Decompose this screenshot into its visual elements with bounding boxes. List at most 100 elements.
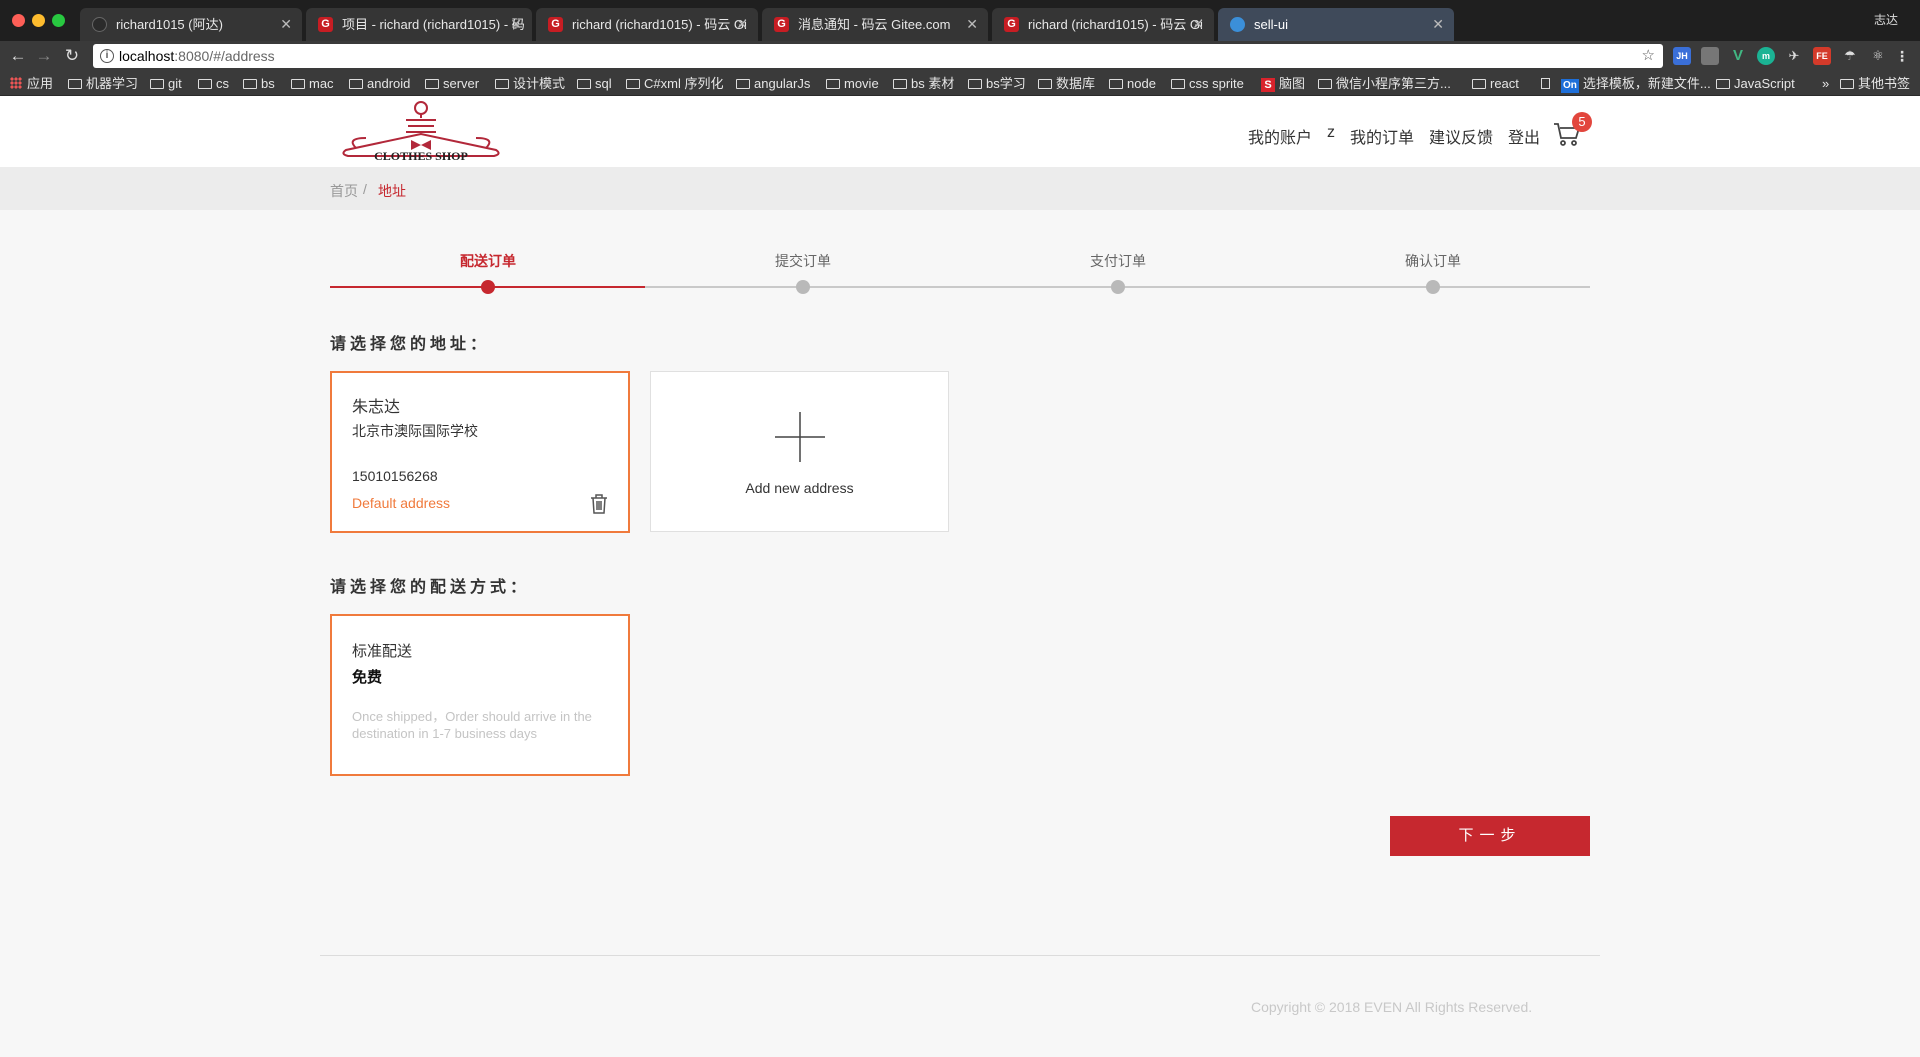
bookmark-item[interactable]: 应用 (10, 71, 53, 96)
bookmark-item[interactable]: On 选择模板，新建文件... (1561, 71, 1711, 96)
tab-close-icon[interactable]: ✕ (510, 8, 522, 41)
browser-profile-name[interactable]: 志达 (1874, 11, 1898, 28)
bookmark-item[interactable]: bs 素材 (893, 71, 954, 96)
browser-tab[interactable]: richard1015 (阿达) ✕ (80, 8, 302, 41)
bookmark-label: node (1127, 76, 1156, 91)
breadcrumb-home[interactable]: 首页 (330, 181, 358, 201)
bookmark-item[interactable]: C#xml 序列化 (626, 71, 723, 96)
bookmark-label: bs (261, 76, 275, 91)
bookmark-item[interactable]: react (1472, 71, 1519, 96)
browser-menu-icon[interactable]: ⋮ (1893, 47, 1911, 65)
bookmark-item[interactable]: 设计模式 (495, 71, 565, 96)
browser-tab[interactable]: G 消息通知 - 码云 Gitee.com ✕ (762, 8, 988, 41)
browser-tab[interactable]: G 项目 - richard (richard1015) - 码 ✕ (306, 8, 532, 41)
step-submit-dot (796, 280, 810, 294)
bookmark-item[interactable]: css sprite (1171, 71, 1244, 96)
bookmark-label: 其他书签 (1858, 76, 1911, 91)
bookmark-item[interactable]: git (150, 71, 182, 96)
bookmark-item[interactable]: cs (198, 71, 229, 96)
window-minimize-button[interactable] (32, 14, 45, 27)
reload-icon[interactable]: ↻ (60, 44, 84, 68)
bookmark-item[interactable]: 机器学习 (68, 71, 138, 96)
info-icon[interactable]: i (100, 49, 114, 63)
extension-bird-icon[interactable]: ✈ (1785, 47, 1803, 65)
other-bookmarks[interactable]: 其他书签 (1840, 71, 1910, 96)
extension-reader-icon[interactable] (1701, 47, 1719, 65)
bookmark-label: JavaScript (1734, 76, 1795, 91)
nav-feedback[interactable]: 建议反馈 (1429, 124, 1493, 148)
next-step-button[interactable]: 下一步 (1390, 816, 1590, 856)
address-host: localhost (119, 48, 175, 64)
address-card-selected[interactable]: 朱志达 北京市澳际国际学校 15010156268 Default addres… (330, 371, 630, 533)
browser-tab-bar: richard1015 (阿达) ✕ G 项目 - richard (richa… (0, 0, 1920, 41)
address-bar[interactable]: i localhost:8080/#/address ☆ (93, 44, 1663, 68)
bookmark-item[interactable]: movie (826, 71, 879, 96)
bookmark-item[interactable]: JavaScript (1716, 71, 1795, 96)
vue-devtools-icon[interactable]: V (1729, 47, 1747, 65)
browser-tab[interactable]: G richard (richard1015) - 码云 Gi ✕ (536, 8, 758, 41)
bookmark-item[interactable]: 微信小程序第三方... (1318, 71, 1451, 96)
shipping-method-card-selected[interactable]: 标准配送 免费 Once shipped，Order should arrive… (330, 614, 630, 776)
bookmark-item[interactable]: bs学习 (968, 71, 1026, 96)
gitee-icon: G (318, 17, 333, 32)
window-close-button[interactable] (12, 14, 25, 27)
bookmark-item[interactable] (1541, 71, 1554, 96)
bookmark-item[interactable]: node (1109, 71, 1156, 96)
add-address-card[interactable]: Add new address (650, 371, 949, 532)
logo-text: CLOTHES SHOP (374, 149, 468, 163)
folder-icon (291, 79, 305, 89)
bookmark-label: 选择模板，新建文件... (1582, 76, 1711, 91)
gitee-icon: G (548, 17, 563, 32)
bookmark-item[interactable]: S 脑图 (1261, 71, 1305, 96)
tab-close-icon[interactable]: ✕ (280, 8, 292, 41)
extension-fe-icon[interactable]: FE (1813, 47, 1831, 65)
tab-close-icon[interactable]: ✕ (1192, 8, 1204, 41)
folder-icon (1840, 79, 1854, 89)
bookmark-item[interactable]: 数据库 (1038, 71, 1095, 96)
trash-icon[interactable] (590, 494, 608, 514)
shipping-method-description: Once shipped，Order should arrive in the … (352, 709, 592, 741)
shipping-section-title: 请选择您的配送方式： (330, 579, 531, 596)
extension-m-icon[interactable]: m (1757, 47, 1775, 65)
address-section-title: 请选择您的地址： (330, 336, 491, 353)
gitee-icon: G (774, 17, 789, 32)
tab-close-icon[interactable]: ✕ (966, 8, 978, 41)
tab-close-icon[interactable]: ✕ (736, 8, 748, 41)
react-devtools-icon[interactable]: ⚛ (1869, 47, 1887, 65)
step-pay-label: 支付订单 (1090, 253, 1146, 269)
clothes-shop-logo[interactable]: CLOTHES SHOP (336, 98, 506, 164)
nav-username[interactable]: z (1327, 124, 1335, 142)
bookmark-item[interactable]: server (425, 71, 479, 96)
more-bookmarks-button[interactable]: » (1822, 71, 1829, 96)
shipping-method-price: 免费 (352, 669, 383, 686)
nav-logout[interactable]: 登出 (1508, 124, 1540, 148)
bookmark-label: server (443, 76, 480, 91)
bookmark-label: 数据库 (1056, 76, 1096, 91)
folder-icon (1716, 79, 1730, 89)
extension-umbrella-icon[interactable]: ☂ (1841, 47, 1859, 65)
tab-close-icon[interactable]: ✕ (1432, 8, 1444, 41)
forward-icon[interactable]: → (32, 44, 56, 68)
tab-title: richard (richard1015) - 码云 Gi (572, 17, 747, 32)
add-address-label: Add new address (745, 480, 854, 496)
github-icon (92, 17, 107, 32)
gitee-icon: G (1004, 17, 1019, 32)
window-zoom-button[interactable] (52, 14, 65, 27)
bookmark-item[interactable]: angularJs (736, 71, 810, 96)
bookmark-item[interactable]: bs (243, 71, 275, 96)
bookmark-item[interactable]: android (349, 71, 410, 96)
breadcrumb-separator: / (363, 181, 367, 197)
folder-icon (243, 79, 257, 89)
bookmark-item[interactable]: mac (291, 71, 334, 96)
extension-jh-icon[interactable]: JH (1673, 47, 1691, 65)
browser-tab[interactable]: G richard (richard1015) - 码云 Gi ✕ (992, 8, 1214, 41)
bookmark-item[interactable]: sql (577, 71, 612, 96)
nav-my-account[interactable]: 我的账户 (1248, 124, 1312, 148)
address-recipient-name: 朱志达 (352, 399, 401, 416)
bookmark-star-icon[interactable]: ☆ (1642, 44, 1655, 68)
nav-my-orders[interactable]: 我的订单 (1350, 124, 1414, 148)
back-icon[interactable]: ← (6, 44, 30, 68)
cart-count-badge[interactable]: 5 (1572, 112, 1592, 132)
browser-tab-active[interactable]: sell-ui ✕ (1218, 8, 1454, 41)
bookmark-label: 微信小程序第三方... (1336, 76, 1451, 91)
